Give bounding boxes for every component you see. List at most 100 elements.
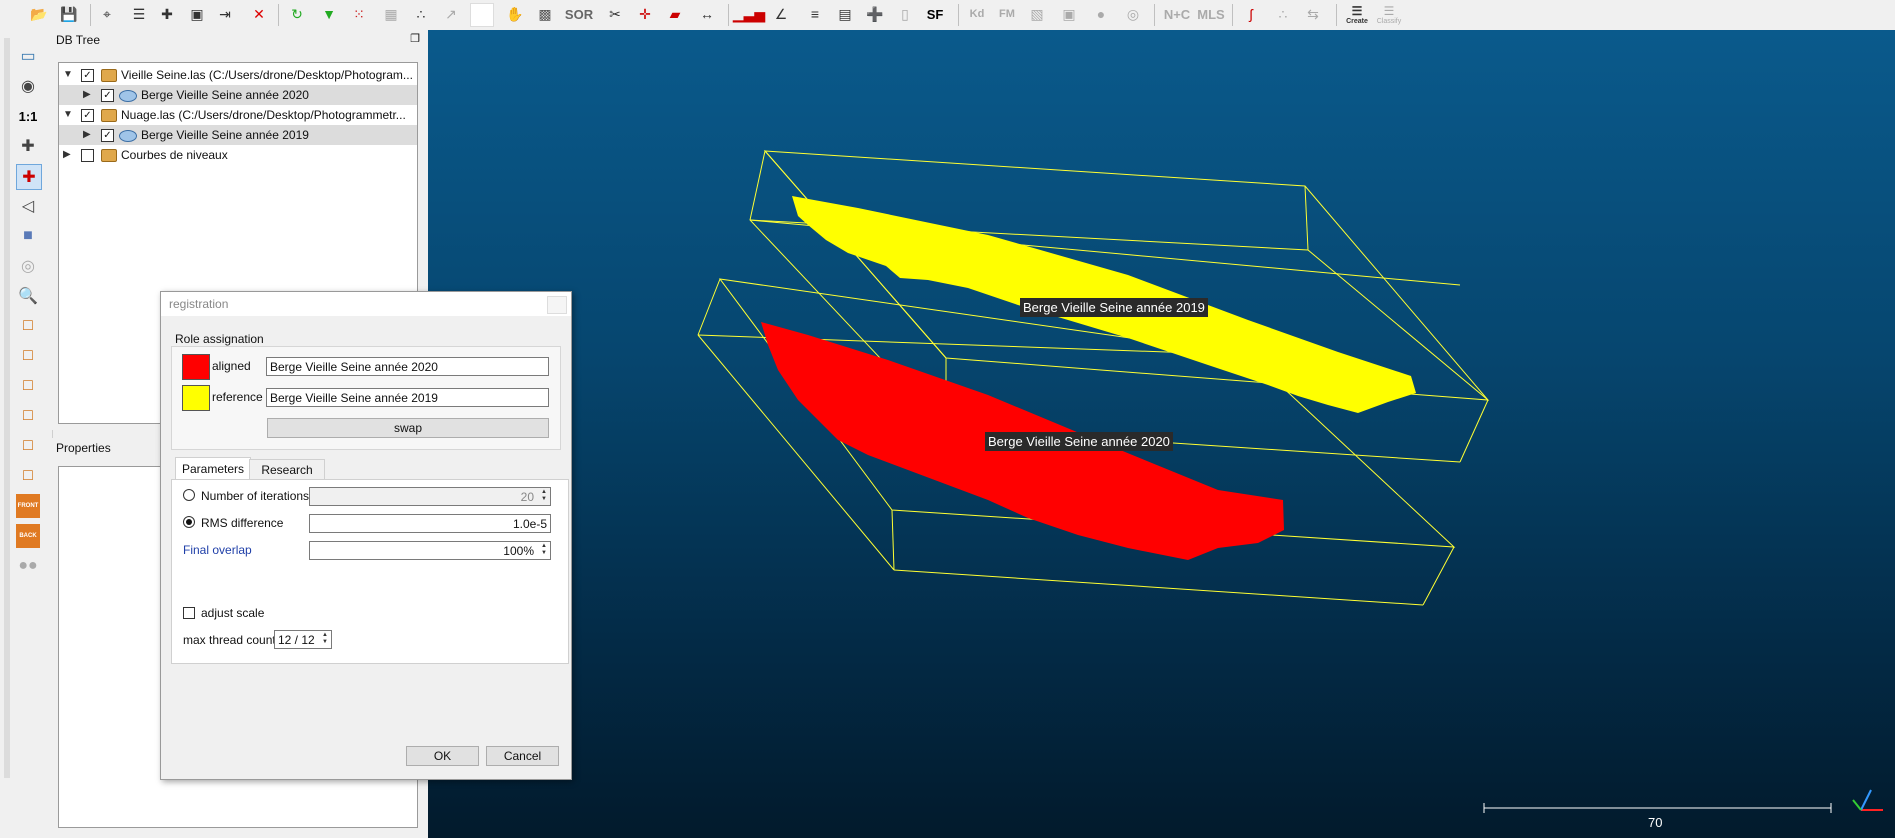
checker-icon[interactable]: ▩ [534,3,556,25]
globe-icon[interactable]: ◎ [1122,3,1144,25]
screen-icon[interactable]: ▣ [1058,3,1080,25]
auto-center-icon[interactable]: ✚ [16,164,42,190]
perspective-icon[interactable]: ◁ [16,194,40,218]
canupo-classify-button[interactable]: ☰ Classify [1374,3,1404,25]
scalar-field-button[interactable]: SF [924,3,946,25]
open-icon[interactable]: 📂 [28,3,50,25]
console-icon[interactable]: ☰ [128,3,150,25]
stereo-icon[interactable]: ●● [16,554,40,578]
canupo-create-button[interactable]: ☰ Create [1344,3,1370,25]
cube-icon[interactable]: ■ [16,224,40,248]
label-cloud-2020: Berge Vieille Seine année 2020 [985,432,1173,451]
tree-item-vieille-seine-las[interactable]: ▼ ✓ Vieille Seine.las (C:/Users/drone/De… [59,65,417,85]
reference-label: reference [212,390,263,404]
tab-parameters[interactable]: Parameters [175,457,251,480]
view-front-iso-button[interactable]: FRONT [16,494,40,518]
ntc-button[interactable]: N+C [1162,3,1192,25]
kd-tree-button[interactable]: Kd [966,3,988,25]
distance-icon[interactable]: ∠ [770,3,792,25]
tab-research[interactable]: Research [249,459,325,480]
save-icon[interactable]: 💾 [58,3,80,25]
reference-color-swatch [182,385,210,411]
3d-viewport[interactable]: Berge Vieille Seine année 2019 Berge Vie… [428,30,1895,838]
max-icon[interactable]: ≡ [804,3,826,25]
zoom-ratio-button[interactable]: 1:1 [16,104,40,128]
sample-points-icon[interactable]: ⁙ [348,3,370,25]
tree-checkbox[interactable]: ✓ [81,69,94,82]
tree-item-courbes-de-niveaux[interactable]: ▶ Courbes de niveaux [59,145,417,165]
adjust-scale-checkbox[interactable] [183,607,195,619]
view-left-icon[interactable]: □ [16,374,40,398]
view-back-icon[interactable]: □ [16,404,40,428]
cancel-button[interactable]: Cancel [486,746,559,766]
add-icon[interactable]: ➕ [864,3,886,25]
blank-icon[interactable] [470,3,494,27]
tree-checkbox[interactable] [81,149,94,162]
shuffle-icon[interactable]: ⇆ [1302,3,1324,25]
swap-button[interactable]: swap [267,418,549,438]
rms-field[interactable]: 1.0e-5 [309,514,551,533]
crosshair-icon[interactable]: ✚ [16,134,40,158]
tree-checkbox[interactable]: ✓ [81,109,94,122]
register-icon[interactable]: ↻ [286,3,308,25]
light-icon[interactable]: ◎ [16,254,40,278]
hand-icon[interactable]: ✋ [504,3,526,25]
normals-icon[interactable]: ↗ [440,3,462,25]
tree-item-nuage-las[interactable]: ▼ ✓ Nuage.las (C:/Users/drone/Desktop/Ph… [59,105,417,125]
clipboard-icon[interactable]: ▯ [894,3,916,25]
tree-item-berge-2019[interactable]: ▶ ✓ Berge Vieille Seine année 2019 [59,125,417,145]
axis-trihedron [1852,789,1883,811]
fm-button[interactable]: FM [996,3,1018,25]
rms-radio[interactable] [183,516,195,528]
reference-field[interactable]: Berge Vieille Seine année 2019 [266,388,549,407]
clone-icon[interactable]: ✚ [156,3,178,25]
tree-checkbox[interactable]: ✓ [101,129,114,142]
sor-filter-button[interactable]: SOR [564,3,594,25]
subsample-icon[interactable]: ▦ [380,3,402,25]
point-cloud-icon [119,90,137,102]
role-group-title: Role assignation [175,332,264,346]
sync-icon[interactable]: ⇥ [214,3,236,25]
display-icon[interactable]: ▭ [16,44,40,68]
mls-button[interactable]: MLS [1196,3,1226,25]
float-panel-icon[interactable]: ❐ [410,32,420,45]
view-back-iso-button[interactable]: BACK [16,524,40,548]
view-top-icon[interactable]: □ [16,314,40,338]
camera-icon[interactable]: ◉ [16,74,40,98]
iterations-radio[interactable] [183,489,195,501]
plane-icon[interactable]: ▰ [664,3,686,25]
view-front-icon[interactable]: □ [16,344,40,368]
db-tree-title: DB Tree [52,30,428,50]
overlap-field[interactable]: 100% ▲ ▼ [309,541,551,560]
adjust-scale-label: adjust scale [201,606,265,620]
overlap-label: Final overlap [183,543,252,557]
tree-checkbox[interactable]: ✓ [101,89,114,102]
registration-dialog: registration Role assignation aligned Be… [160,291,572,780]
scissors-icon[interactable]: ✂ [604,3,626,25]
merge-icon[interactable]: ▣ [186,3,208,25]
view-right-icon[interactable]: □ [16,434,40,458]
pick-rotation-center-icon[interactable]: ⌖ [96,3,118,25]
calculator-icon[interactable]: ▤ [834,3,856,25]
tree-item-berge-2020[interactable]: ▶ ✓ Berge Vieille Seine année 2020 [59,85,417,105]
histogram-icon[interactable]: ▁▃▅ [733,3,765,25]
axis-icon[interactable]: ↔ [696,3,718,25]
main-toolbar: 📂 💾 ⌖ ☰ ✚ ▣ ⇥ ✕ ↻ ▼ ⁙ ▦ ∴ ↗ ✋ ▩ SOR ✂ ✛ … [0,0,1895,31]
translate-icon[interactable]: ✛ [634,3,656,25]
close-dialog-icon[interactable] [547,296,567,314]
aligned-field[interactable]: Berge Vieille Seine année 2020 [266,357,549,376]
thread-count-spinbox[interactable]: 12 / 12 ▲ ▼ [274,630,332,649]
delete-icon[interactable]: ✕ [248,3,270,25]
shield-icon[interactable]: ▼ [318,3,340,25]
iterations-field[interactable]: 20 ▲ ▼ [309,487,551,506]
cloud-tool-icon[interactable]: ▧ [1026,3,1048,25]
sphere-icon[interactable]: ● [1090,3,1112,25]
folder-icon [101,149,117,162]
curve-icon[interactable]: ʃ [1240,3,1262,25]
ok-button[interactable]: OK [406,746,479,766]
noise-filter-icon[interactable]: ∴ [410,3,432,25]
view-bottom-icon[interactable]: □ [16,464,40,488]
zoom-icon[interactable]: 🔍 [16,284,40,308]
iterations-label: Number of iterations [201,489,310,503]
scatter-icon[interactable]: ∴ [1272,3,1294,25]
